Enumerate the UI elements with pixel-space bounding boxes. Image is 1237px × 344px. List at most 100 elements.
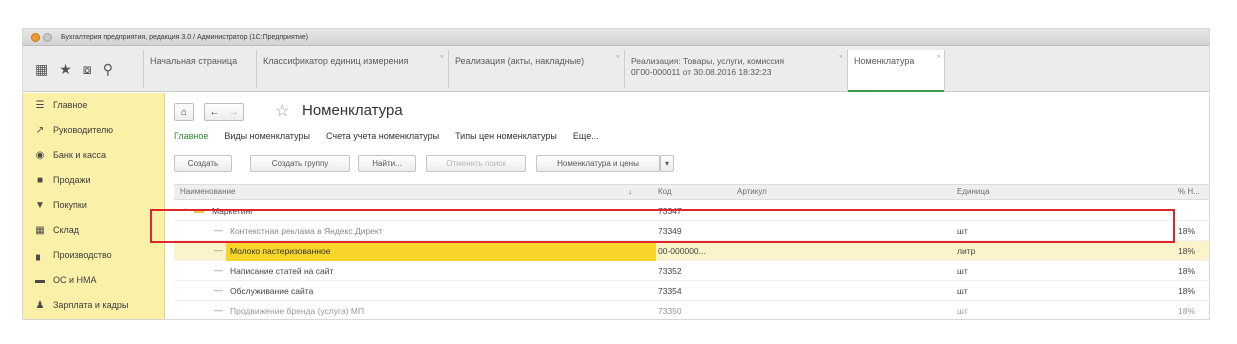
warehouse-icon: ▦ (35, 224, 45, 236)
sidebar-item-production[interactable]: ▖ Производство (23, 243, 165, 267)
forward-arrow-icon[interactable]: → (229, 107, 239, 118)
sidebar: ☰ Главное ↗ Руководителю ◉ Банк и касса … (23, 93, 165, 319)
sidebar-item-label: Главное (53, 100, 88, 110)
sidebar-item-label: ОС и НМА (53, 275, 97, 285)
subnav-more[interactable]: Еще... (573, 131, 599, 141)
column-header-vat[interactable]: % Н... (1178, 187, 1200, 196)
close-icon[interactable]: ˟ (616, 53, 619, 64)
title-bar: Бухгалтерия предприятия, редакция 3.0 / … (23, 29, 1209, 46)
tab-label: Реализация (акты, накладные) (455, 56, 585, 66)
back-arrow-icon[interactable]: ← (210, 107, 220, 118)
create-button[interactable]: Создать (174, 155, 232, 172)
table-row[interactable]: — Продвижение бренда (услуга) МП 73350 ш… (174, 301, 1209, 319)
coins-icon: ◉ (35, 149, 45, 161)
cell-code: 73352 (658, 266, 682, 276)
column-header-code[interactable]: Код (658, 187, 672, 196)
tab-sales-document[interactable]: Реализация: Товары, услуги, комиссия 0Г0… (624, 50, 846, 88)
table-row[interactable]: — Написание статей на сайт 73352 шт 18% (174, 261, 1209, 281)
sidebar-item-fixed-assets[interactable]: ▬ ОС и НМА (23, 268, 165, 292)
sidebar-item-label: Покупки (53, 200, 87, 210)
favorite-star-icon[interactable]: ☆ (275, 101, 289, 121)
app-window: Бухгалтерия предприятия, редакция 3.0 / … (22, 28, 1210, 320)
tab-home[interactable]: Начальная страница (143, 50, 255, 88)
sidebar-item-salary[interactable]: ♟ Зарплата и кадры (23, 293, 165, 317)
sidebar-item-sales[interactable]: ■ Продажи (23, 168, 165, 192)
close-icon[interactable]: ˟ (440, 53, 443, 64)
tab-sales-acts[interactable]: Реализация (акты, накладные) ˟ (448, 50, 623, 88)
person-icon: ♟ (35, 299, 45, 311)
window-menu-icon[interactable] (43, 32, 52, 42)
cell-unit: шт (957, 306, 968, 316)
cell-name: Обслуживание сайта (230, 286, 314, 296)
sidebar-item-label: Банк и касса (53, 150, 106, 160)
cell-unit: литр (957, 246, 976, 256)
close-icon[interactable]: ˟ (937, 53, 940, 64)
history-nav: ← → (204, 103, 244, 121)
subnav-main[interactable]: Главное (174, 131, 208, 141)
sidebar-item-main[interactable]: ☰ Главное (23, 93, 165, 117)
history-icon[interactable]: ⧇ (83, 62, 92, 76)
cell-code: 73354 (658, 286, 682, 296)
cell-vat: 18% (1178, 226, 1196, 236)
dropdown-toggle[interactable]: ▾ (660, 155, 674, 172)
main-content: ⌂ ← → ☆ Номенклатура Главное Виды номенк… (166, 93, 1209, 319)
grid-icon[interactable]: ▦ (35, 62, 48, 76)
tab-label: Классификатор единиц измерения (263, 56, 409, 66)
cell-unit: шт (957, 286, 968, 296)
tab-label: Номенклатура (854, 56, 915, 66)
tab-label: Реализация: Товары, услуги, комиссия (631, 56, 785, 66)
tab-label: Начальная страница (150, 56, 238, 66)
cell-vat: 18% (1178, 266, 1196, 276)
tab-bar: ▦ ★ ⧇ ⚲ Начальная страница Классификатор… (23, 46, 1209, 92)
sidebar-item-manager[interactable]: ↗ Руководителю (23, 118, 165, 142)
close-icon[interactable]: ˟ (839, 53, 842, 64)
section-nav: Главное Виды номенклатуры Счета учета но… (174, 131, 599, 141)
subnav-nomenclature-types[interactable]: Виды номенклатуры (224, 131, 310, 141)
window-title: Бухгалтерия предприятия, редакция 3.0 / … (61, 33, 309, 41)
column-header-article[interactable]: Артикул (737, 187, 767, 196)
sidebar-item-purchases[interactable]: ▼ Покупки (23, 193, 165, 217)
page-title: Номенклатура (302, 102, 403, 119)
annotation-highlight-box (150, 209, 1175, 243)
app-logo-icon (31, 32, 40, 42)
home-icon: ⌂ (180, 106, 188, 118)
table-row[interactable]: — Обслуживание сайта 73354 шт 18% (174, 281, 1209, 301)
find-button[interactable]: Найти... (358, 155, 416, 172)
factory-icon: ▖ (36, 249, 44, 261)
nomenclature-prices-button[interactable]: Номенклатура и цены (536, 155, 660, 172)
sidebar-item-label: Зарплата и кадры (53, 300, 129, 310)
tab-nomenclature[interactable]: Номенклатура ˟ (847, 50, 945, 92)
cell-name: Написание статей на сайт (230, 266, 334, 276)
cell-unit: шт (957, 266, 968, 276)
star-icon[interactable]: ★ (59, 62, 72, 76)
item-icon: — (214, 285, 223, 295)
column-header-unit[interactable]: Единица (957, 187, 989, 196)
cell-code: 73350 (658, 306, 682, 316)
home-button[interactable]: ⌂ (174, 103, 194, 121)
item-icon: — (214, 265, 223, 275)
sort-arrow-icon[interactable]: ↓ (628, 187, 632, 196)
table-header: Наименование ↓ Код Артикул Единица % Н..… (174, 184, 1209, 200)
cell-code: 00-000000... (658, 246, 706, 256)
chart-icon: ↗ (35, 124, 45, 136)
search-icon[interactable]: ⚲ (103, 62, 113, 76)
subnav-price-types[interactable]: Типы цен номенклатуры (455, 131, 557, 141)
cell-vat: 18% (1178, 246, 1196, 256)
sidebar-item-label: Руководителю (53, 125, 114, 135)
subnav-accounting-accounts[interactable]: Счета учета номенклатуры (326, 131, 439, 141)
car-icon: ▬ (35, 274, 45, 286)
cell-vat: 18% (1178, 286, 1196, 296)
cart-icon: ▼ (35, 199, 45, 211)
table-row-selected[interactable]: — Молоко пастеризованное 00-000000... ли… (174, 241, 1209, 261)
tab-units-classifier[interactable]: Классификатор единиц измерения ˟ (256, 50, 447, 88)
create-group-button[interactable]: Создать группу (250, 155, 350, 172)
sidebar-item-label: Продажи (53, 175, 91, 185)
cancel-search-button[interactable]: Отменить поиск (426, 155, 526, 172)
column-header-name[interactable]: Наименование (180, 187, 235, 196)
cell-vat: 18% (1178, 306, 1196, 316)
menu-icon: ☰ (35, 99, 45, 111)
sidebar-item-bank[interactable]: ◉ Банк и касса (23, 143, 165, 167)
cell-name: Продвижение бренда (услуга) МП (230, 306, 365, 316)
bag-icon: ■ (36, 174, 44, 186)
sidebar-item-warehouse[interactable]: ▦ Склад (23, 218, 165, 242)
